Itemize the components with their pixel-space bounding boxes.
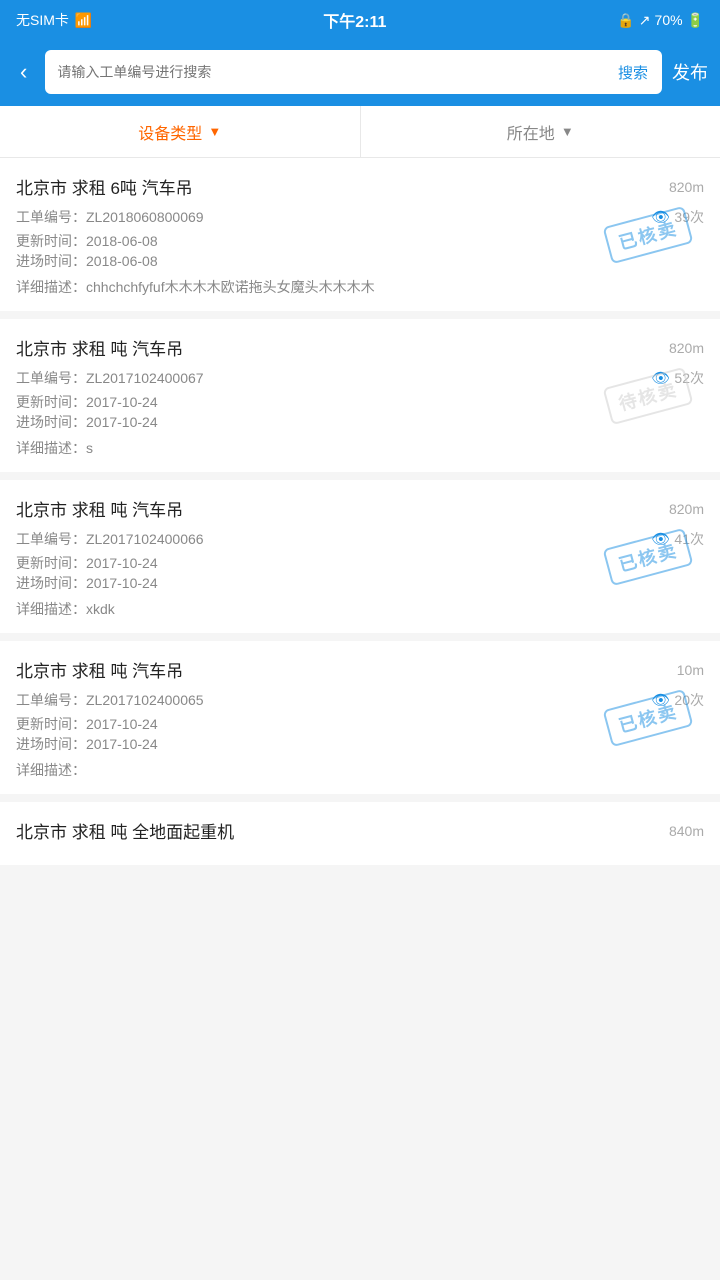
item-title: 北京市 求租 吨 全地面起重机 (16, 818, 234, 843)
item-update-time: 更新时间：2018-06-08 (16, 231, 704, 251)
views-count: 52次 (674, 368, 704, 388)
item-order-label: 工单编号：ZL2017102400067 (16, 368, 204, 388)
eye-icon: 👁 (651, 369, 670, 387)
battery-label: 70% (655, 12, 683, 28)
list-item[interactable]: 北京市 求租 吨 汽车吊 10m 工单编号：ZL2017102400065 👁 … (0, 641, 720, 794)
item-title: 北京市 求租 6吨 汽车吊 (16, 174, 193, 199)
item-header: 北京市 求租 6吨 汽车吊 820m (16, 174, 704, 199)
status-time: 下午2:11 (323, 8, 386, 32)
list: 北京市 求租 6吨 汽车吊 820m 工单编号：ZL2018060800069 … (0, 158, 720, 865)
views-count: 41次 (674, 529, 704, 549)
item-distance: 820m (669, 179, 704, 195)
eye-icon: 👁 (651, 530, 670, 548)
filter-device-type[interactable]: 设备类型 ▼ (0, 106, 361, 157)
back-button[interactable]: ‹ (12, 55, 35, 89)
no-sim-label: 无SIM卡 (16, 10, 69, 30)
item-order-row: 工单编号：ZL2017102400067 👁 52次 (16, 368, 704, 388)
device-type-chevron: ▼ (208, 124, 221, 139)
search-bar: 搜索 (45, 50, 662, 94)
eye-icon: 👁 (651, 691, 670, 709)
item-desc: 详细描述： (16, 760, 704, 780)
item-distance: 10m (677, 662, 704, 678)
item-entry-time: 进场时间：2018-06-08 (16, 251, 704, 271)
item-distance: 840m (669, 823, 704, 839)
search-button[interactable]: 搜索 (604, 62, 662, 83)
item-desc: 详细描述：xkdk (16, 599, 704, 619)
item-order-label: 工单编号：ZL2017102400066 (16, 529, 204, 549)
device-type-label: 设备类型 (138, 120, 202, 144)
location-chevron: ▼ (561, 124, 574, 139)
views-count: 39次 (674, 207, 704, 227)
item-order-row: 工单编号：ZL2017102400065 👁 20次 (16, 690, 704, 710)
filter-bar: 设备类型 ▼ 所在地 ▼ (0, 106, 720, 158)
item-entry-time: 进场时间：2017-10-24 (16, 734, 704, 754)
status-left: 无SIM卡 📶 (16, 10, 92, 30)
item-update-time: 更新时间：2017-10-24 (16, 714, 704, 734)
filter-location[interactable]: 所在地 ▼ (361, 106, 720, 157)
location-icon: ↗ (639, 12, 651, 29)
item-header: 北京市 求租 吨 汽车吊 820m (16, 496, 704, 521)
item-update-time: 更新时间：2017-10-24 (16, 392, 704, 412)
status-bar: 无SIM卡 📶 下午2:11 🔒 ↗ 70% 🔋 (0, 0, 720, 40)
status-right: 🔒 ↗ 70% 🔋 (617, 12, 704, 29)
item-title: 北京市 求租 吨 汽车吊 (16, 496, 183, 521)
header: ‹ 搜索 发布 (0, 40, 720, 106)
battery-icon: 🔋 (687, 12, 704, 29)
location-label: 所在地 (507, 120, 555, 144)
item-order-row: 工单编号：ZL2018060800069 👁 39次 (16, 207, 704, 227)
item-entry-time: 进场时间：2017-10-24 (16, 573, 704, 593)
list-item[interactable]: 北京市 求租 吨 汽车吊 820m 工单编号：ZL2017102400066 👁… (0, 480, 720, 633)
item-views: 👁 39次 (651, 207, 704, 227)
item-distance: 820m (669, 501, 704, 517)
item-update-time: 更新时间：2017-10-24 (16, 553, 704, 573)
list-item[interactable]: 北京市 求租 吨 全地面起重机 840m (0, 802, 720, 865)
item-header: 北京市 求租 吨 全地面起重机 840m (16, 818, 704, 843)
item-header: 北京市 求租 吨 汽车吊 10m (16, 657, 704, 682)
item-desc: 详细描述：chhchchfyfuf木木木木欧诺拖头女魔头木木木木 (16, 277, 704, 297)
item-title: 北京市 求租 吨 汽车吊 (16, 657, 183, 682)
item-views: 👁 41次 (651, 529, 704, 549)
list-item[interactable]: 北京市 求租 吨 汽车吊 820m 工单编号：ZL2017102400067 👁… (0, 319, 720, 472)
list-item[interactable]: 北京市 求租 6吨 汽车吊 820m 工单编号：ZL2018060800069 … (0, 158, 720, 311)
item-order-label: 工单编号：ZL2017102400065 (16, 690, 204, 710)
item-order-label: 工单编号：ZL2018060800069 (16, 207, 204, 227)
item-header: 北京市 求租 吨 汽车吊 820m (16, 335, 704, 360)
eye-icon: 👁 (651, 208, 670, 226)
search-input[interactable] (45, 64, 604, 80)
views-count: 20次 (674, 690, 704, 710)
item-title: 北京市 求租 吨 汽车吊 (16, 335, 183, 360)
wifi-icon: 📶 (75, 12, 92, 29)
item-views: 👁 20次 (651, 690, 704, 710)
item-views: 👁 52次 (651, 368, 704, 388)
item-order-row: 工单编号：ZL2017102400066 👁 41次 (16, 529, 704, 549)
item-distance: 820m (669, 340, 704, 356)
publish-button[interactable]: 发布 (672, 59, 708, 85)
lock-icon: 🔒 (617, 12, 634, 29)
item-entry-time: 进场时间：2017-10-24 (16, 412, 704, 432)
item-desc: 详细描述：s (16, 438, 704, 458)
